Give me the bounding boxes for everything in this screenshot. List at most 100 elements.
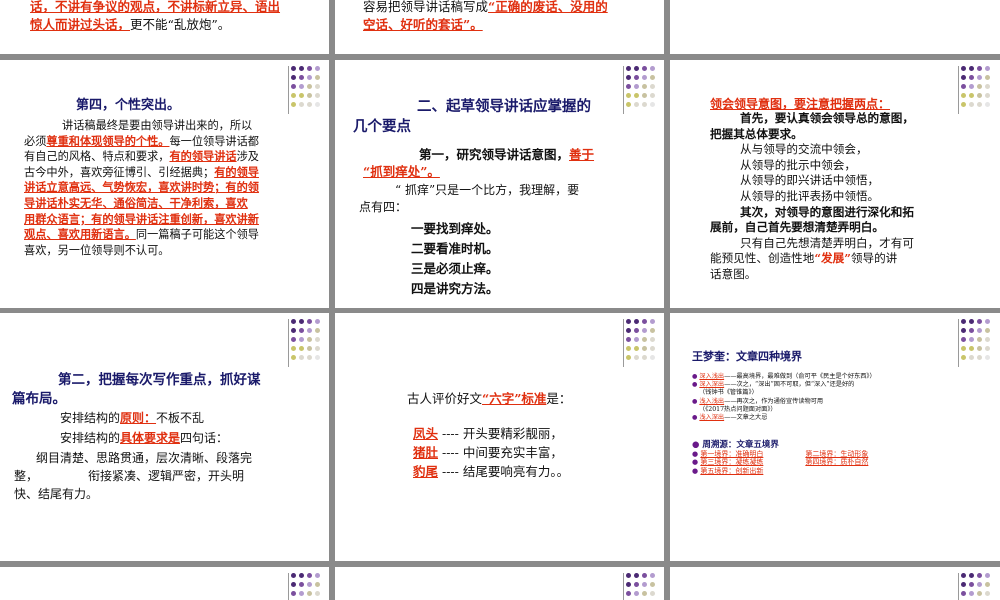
decor-dot	[634, 337, 639, 342]
slide-3	[670, 0, 1000, 54]
decor-dot	[642, 582, 647, 587]
decor-dot	[626, 66, 631, 71]
decor-dot	[634, 75, 639, 80]
decor-dot	[977, 84, 982, 89]
decor-dot	[626, 355, 631, 360]
decor-dot	[650, 84, 655, 89]
decor-dot	[315, 337, 320, 342]
decor-dot	[650, 66, 655, 71]
decor-dot	[291, 93, 296, 98]
decor-dot	[977, 319, 982, 324]
decor-dot	[291, 84, 296, 89]
bullet-icon: ●	[692, 466, 699, 475]
bullet-icon: ●	[692, 450, 699, 458]
divider-line	[958, 66, 959, 114]
decor-dot	[634, 591, 639, 596]
slide-2: 容易把领导讲话稿写成“正确的废话、没用的 空话、好听的套话”。	[335, 0, 664, 54]
decor-dot	[977, 346, 982, 351]
decor-dot	[299, 328, 304, 333]
decor-dot	[299, 337, 304, 342]
decor-dot	[299, 66, 304, 71]
decor-dot	[977, 93, 982, 98]
slide-9: 王梦奎：文章四种境界 ● 深入浅出——最高境界，最难做到（俞可平《民主是个好东西…	[670, 313, 1000, 561]
decor-dot	[969, 346, 974, 351]
slide9-title-1: 王梦奎：文章四种境界	[692, 350, 802, 363]
decor-dot	[291, 102, 296, 107]
slide5-para-2: 点有四：	[359, 200, 408, 214]
decor-dot	[307, 93, 312, 98]
decor-dots	[961, 319, 995, 369]
decor-dot	[307, 84, 312, 89]
decor-dot	[626, 102, 631, 107]
bullet-icon: ●	[692, 381, 698, 389]
divider-line	[288, 66, 289, 114]
slide5-para-1: “ 抓痒”只是一个比方，我理解，要	[395, 183, 580, 197]
decor-dot	[642, 93, 647, 98]
slide5-item-2: 二要看准时机。	[411, 241, 499, 256]
decor-dot	[307, 346, 312, 351]
divider-line	[958, 573, 959, 600]
decor-dot	[634, 573, 639, 578]
decor-dot	[307, 582, 312, 587]
decor-dot	[985, 102, 990, 107]
slide7-heading-1: 第二，把握每次写作重点，抓好谋	[58, 372, 261, 388]
decor-dot	[315, 84, 320, 89]
decor-dot	[626, 337, 631, 342]
decor-dots	[291, 66, 325, 116]
decor-dot	[626, 75, 631, 80]
decor-dot	[961, 328, 966, 333]
slide5-item-4: 四是讲究方法。	[411, 281, 499, 296]
decor-dot	[626, 591, 631, 596]
decor-dot	[642, 337, 647, 342]
decor-dot	[642, 66, 647, 71]
decor-dot	[985, 346, 990, 351]
decor-dot	[291, 591, 296, 596]
decor-dot	[315, 66, 320, 71]
decor-dot	[642, 102, 647, 107]
decor-dot	[315, 102, 320, 107]
decor-dot	[299, 102, 304, 107]
slide-8: 古人评价好文“六字”标准是： 凤头 ---- 开头要精彩靓丽， 猪肚 ---- …	[335, 313, 664, 561]
slide7-para-5: 快、结尾有力。	[14, 487, 99, 501]
decor-dot	[315, 591, 320, 596]
decor-dots	[626, 66, 660, 116]
bullet-icon: ●	[692, 458, 699, 467]
decor-dot	[642, 355, 647, 360]
decor-dot	[307, 355, 312, 360]
slide5-heading-1: 二、起草领导讲话应掌握的	[417, 98, 591, 115]
slide6-heading: 领会领导意图，要注意把握两点：	[710, 97, 891, 111]
decor-dot	[307, 102, 312, 107]
decor-dot	[977, 102, 982, 107]
decor-dot	[634, 93, 639, 98]
decor-dot	[961, 355, 966, 360]
slide2-line1: 容易把领导讲话稿写成“正确的废话、没用的	[363, 0, 608, 14]
decor-dot	[985, 582, 990, 587]
slide7-para-4: 整， 衔接紧凑、逻辑严密，开头明	[14, 469, 245, 483]
slide5-item-3: 三是必须止痒。	[411, 261, 499, 276]
decor-dot	[315, 346, 320, 351]
slide5-sub-2: “抓到痒处”。	[363, 164, 440, 179]
decor-dots	[291, 573, 325, 600]
slide2-line2: 空话、好听的套话”。	[363, 17, 483, 32]
divider-line	[288, 319, 289, 367]
decor-dot	[969, 84, 974, 89]
decor-dot	[315, 573, 320, 578]
divider-line	[958, 319, 959, 367]
slide7-para-3: 纲目清楚、思路贯通，层次清晰、段落完	[36, 451, 253, 465]
divider-line	[623, 573, 624, 600]
decor-dot	[299, 346, 304, 351]
decor-dot	[299, 93, 304, 98]
decor-dot	[961, 75, 966, 80]
decor-dot	[977, 337, 982, 342]
decor-dot	[977, 75, 982, 80]
decor-dot	[969, 102, 974, 107]
decor-dot	[969, 66, 974, 71]
decor-dot	[969, 75, 974, 80]
decor-dot	[626, 346, 631, 351]
decor-dot	[985, 591, 990, 596]
slide9-list-2: ● 第一境界：准确明白 第二境界：生动形象 ● 第三境界：凝练凝练 第四境界：质朴自…	[692, 450, 869, 475]
decor-dots	[626, 573, 660, 600]
slide1-line1: 话，不讲有争议的观点，不讲标新立异、语出	[30, 0, 281, 14]
slide1-line2: 惊人而讲过头话，更不能“乱放炮”。	[30, 17, 231, 32]
decor-dot	[634, 346, 639, 351]
